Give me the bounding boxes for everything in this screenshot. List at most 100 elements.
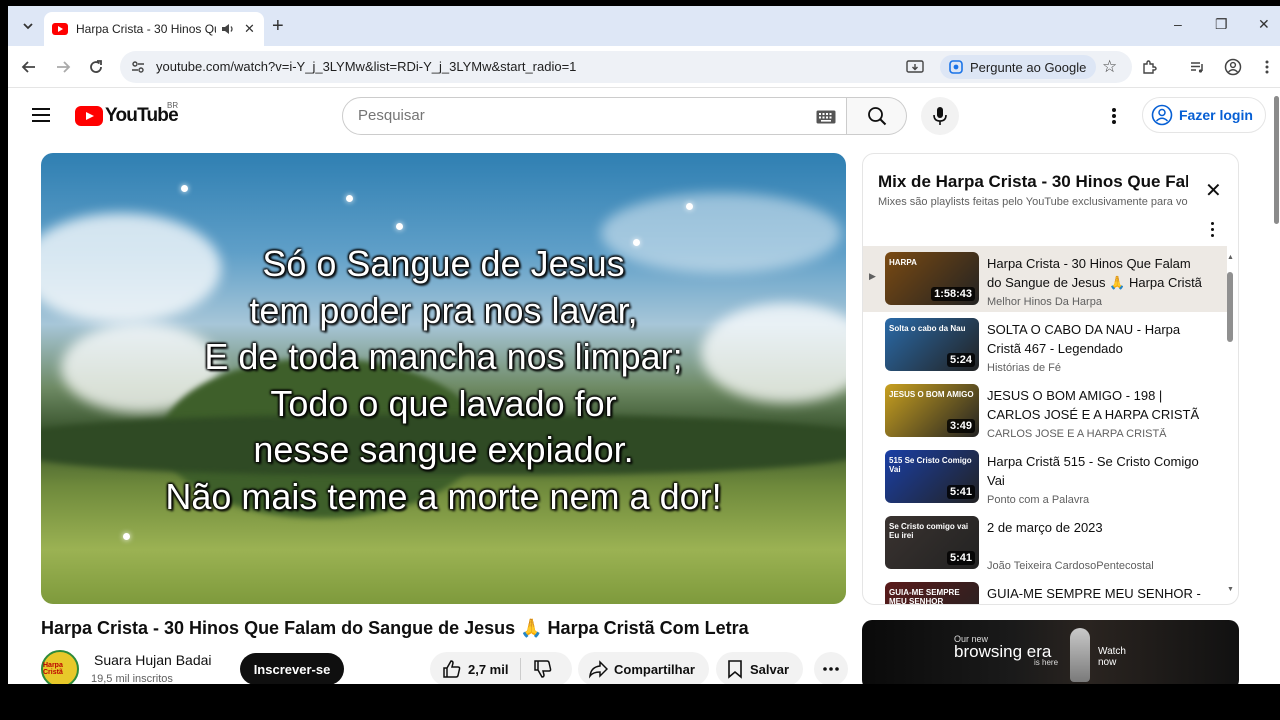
active-tab[interactable]: Harpa Crista - 30 Hinos Que Falam do San… [44, 12, 264, 46]
thumbnail-text: Solta o cabo da Nau [889, 324, 966, 333]
video-thumbnail[interactable]: Solta o cabo da Nau 5:24 [885, 318, 979, 371]
playlist-item[interactable]: 515 Se Cristo Comigo Vai 5:41 Harpa Cristã… [863, 444, 1227, 510]
video-thumbnail[interactable]: JESUS O BOM AMIGO 3:49 [885, 384, 979, 437]
playlist-more-icon[interactable] [1207, 220, 1217, 240]
close-window-button[interactable]: ✕ [1258, 16, 1270, 33]
page-scrollbar[interactable] [1272, 88, 1280, 684]
page-scroll-thumb[interactable] [1274, 96, 1279, 224]
queue-music-icon [1191, 62, 1203, 73]
playlist-item[interactable]: Solta o cabo da Nau 5:24 SOLTA O CABO DA N… [863, 312, 1227, 378]
scroll-up-arrow-icon[interactable]: ▲ [1227, 254, 1234, 261]
share-icon [588, 660, 608, 679]
chrome-menu-button[interactable] [1256, 56, 1278, 78]
playlist-video-title[interactable]: Harpa Crista - 30 Hinos Que Falam do San… [987, 254, 1207, 292]
more-actions-button[interactable] [814, 652, 848, 684]
voice-search-button[interactable] [921, 97, 959, 135]
video-duration: 5:41 [946, 485, 975, 499]
like-button[interactable]: 2,7 mil [430, 658, 522, 680]
ad-text-small2: is here [1034, 658, 1059, 667]
like-dislike-group: 2,7 mil [430, 652, 572, 684]
playlist-video-title[interactable]: JESUS O BOM AMIGO - 198 | CARLOS JOSÉ E … [987, 386, 1207, 424]
login-label: Fazer login [1179, 107, 1253, 123]
playlist-scroll-thumb[interactable] [1227, 272, 1233, 342]
search-icon [867, 107, 886, 126]
tab-search-button[interactable] [16, 14, 40, 38]
youtube-favicon-icon [52, 23, 68, 35]
more-horiz-icon [823, 667, 839, 671]
thumbs-up-icon [443, 660, 461, 678]
video-duration: 3:49 [946, 419, 975, 433]
scroll-down-arrow-icon[interactable]: ▼ [1227, 586, 1234, 593]
restore-button[interactable]: ❐ [1215, 16, 1228, 33]
thumbnail-text: GUIA-ME SEMPRE MEU SENHOR [889, 588, 960, 605]
keyboard-icon[interactable] [816, 110, 836, 124]
settings-more-icon[interactable] [1104, 106, 1124, 126]
playlist-panel: Mix de Harpa Crista - 30 Hinos Que Falam… [862, 153, 1239, 605]
sparkle [346, 195, 353, 202]
account-circle-icon [1224, 58, 1242, 76]
playlist-video-title[interactable]: 2 de março de 2023 [987, 518, 1207, 537]
url-text[interactable]: youtube.com/watch?v=i-Y_j_3LYMw&list=RDi… [156, 59, 576, 74]
playlist-video-title[interactable]: SOLTA O CABO DA NAU - Harpa Cristã 467 -… [987, 320, 1207, 358]
subscribe-button[interactable]: Inscrever-se [240, 653, 344, 684]
thumbnail-text: Se Cristo comigo vai Eu irei [889, 522, 969, 540]
video-duration: 1:58:43 [931, 287, 975, 301]
playlist-item[interactable]: Se Cristo comigo vai Eu irei 5:41 2 de mar… [863, 510, 1227, 576]
search-input[interactable] [358, 107, 798, 124]
youtube-logo[interactable]: YouTube BR [75, 101, 179, 127]
share-button[interactable]: Compartilhar [578, 652, 709, 684]
playlist-subtitle: Mixes são playlists feitas pelo YouTube … [878, 196, 1188, 208]
country-code: BR [167, 101, 179, 110]
playlist-video-channel: CARLOS JOSE E A HARPA CRISTÃ [987, 428, 1167, 440]
hamburger-menu-icon[interactable] [32, 108, 50, 122]
ad-banner[interactable]: Our new browsing era is here Watch now [862, 620, 1239, 684]
playlist-item[interactable]: GUIA-ME SEMPRE MEU SENHOR GUIA-ME SEMPRE … [863, 576, 1227, 605]
extensions-button[interactable] [1138, 56, 1160, 78]
lyrics-overlay: Só o Sangue de Jesus tem poder pra nos l… [41, 241, 846, 520]
search-box[interactable] [342, 97, 847, 135]
chevron-down-icon [23, 23, 33, 30]
playlist-video-title[interactable]: Harpa Cristã 515 - Se Cristo Comigo Vai [987, 452, 1207, 490]
tab-close-icon[interactable]: ✕ [244, 21, 255, 37]
browser-window: Harpa Crista - 30 Hinos Que Falam do San… [8, 6, 1280, 684]
new-tab-button[interactable]: + [272, 16, 284, 36]
reload-button[interactable] [85, 56, 107, 78]
tab-title: Harpa Crista - 30 Hinos Que Falam do San… [76, 22, 216, 36]
channel-name[interactable]: Suara Hujan Badai [94, 652, 212, 668]
ask-google-button[interactable]: Pergunte ao Google [940, 55, 1097, 79]
video-thumbnail[interactable]: Se Cristo comigo vai Eu irei 5:41 [885, 516, 979, 569]
microphone-icon [933, 107, 947, 125]
video-thumbnail[interactable]: HARPA 1:58:43 [885, 252, 979, 305]
back-button[interactable] [18, 56, 40, 78]
close-playlist-icon[interactable]: ✕ [1205, 178, 1222, 203]
minimize-button[interactable]: – [1174, 16, 1182, 32]
ad-cta[interactable]: Watch now [1098, 646, 1132, 668]
media-controls-button[interactable] [1186, 56, 1208, 78]
playlist-item[interactable]: JESUS O BOM AMIGO 3:49 JESUS O BOM AMIGO -… [863, 378, 1227, 444]
install-app-icon[interactable] [906, 59, 924, 75]
speaker-icon[interactable] [220, 21, 236, 37]
bookmark-star-icon[interactable]: ☆ [1102, 57, 1117, 77]
playlist-item[interactable]: ▶ HARPA 1:58:43 Harpa Crista - 30 Hinos Que… [863, 246, 1227, 312]
save-button[interactable]: Salvar [716, 652, 804, 684]
video-thumbnail[interactable]: 515 Se Cristo Comigo Vai 5:41 [885, 450, 979, 503]
playlist-video-title[interactable]: GUIA-ME SEMPRE MEU SENHOR - 141 | CARLOS… [987, 584, 1207, 604]
lyric-line: Todo o que lavado for [270, 382, 617, 424]
playlist-title[interactable]: Mix de Harpa Crista - 30 Hinos Que Falam… [878, 172, 1188, 192]
video-player[interactable]: Só o Sangue de Jesus tem poder pra nos l… [41, 153, 846, 604]
search-button[interactable] [847, 97, 907, 135]
dislike-button[interactable] [521, 659, 565, 679]
playlist-scrollbar[interactable]: ▲ ▼ [1227, 254, 1234, 594]
address-bar[interactable]: youtube.com/watch?v=i-Y_j_3LYMw&list=RDi… [120, 51, 1132, 83]
tab-strip: Harpa Crista - 30 Hinos Que Falam do San… [8, 6, 1280, 46]
channel-avatar[interactable]: Harpa Cristã [41, 650, 79, 684]
forward-button[interactable] [52, 56, 74, 78]
profile-button[interactable] [1222, 56, 1244, 78]
site-info-icon[interactable] [130, 59, 146, 75]
lyric-line: tem poder pra nos lavar, [249, 289, 638, 331]
login-button[interactable]: Fazer login [1142, 97, 1266, 133]
video-thumbnail[interactable]: GUIA-ME SEMPRE MEU SENHOR [885, 582, 979, 605]
google-lens-icon [949, 60, 963, 74]
thumbnail-text: HARPA [889, 258, 917, 267]
subscriber-count: 19,5 mil inscritos [91, 673, 173, 684]
